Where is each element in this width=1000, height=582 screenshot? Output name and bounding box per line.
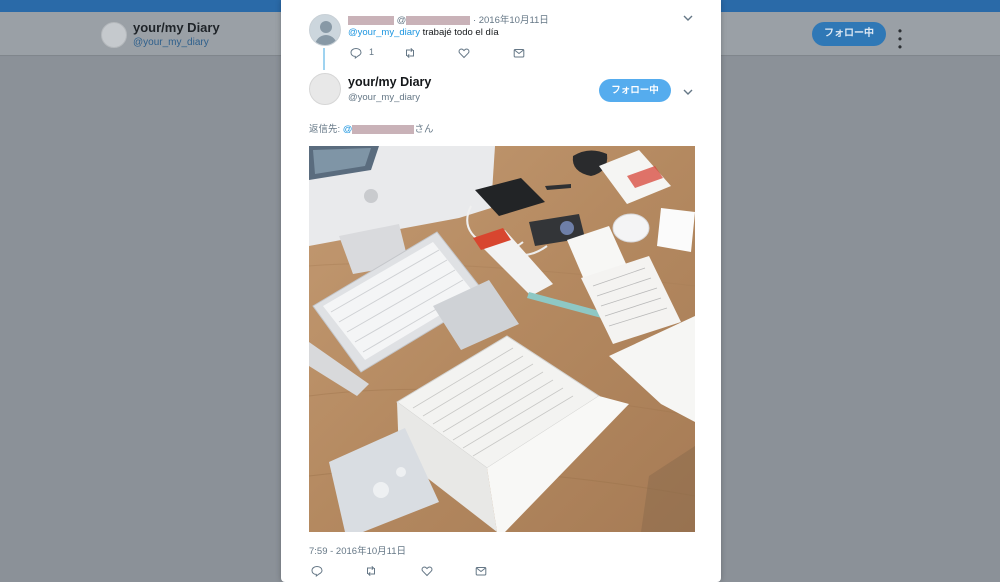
redacted-handle: [352, 124, 415, 134]
retweet-icon[interactable]: [365, 564, 379, 578]
replying-at-sign: @: [342, 124, 353, 135]
replying-suffix: さん: [414, 124, 434, 135]
profile-follow-button[interactable]: フォロー中: [812, 22, 886, 46]
tweet-modal: @ · 2016年10月11日 @your_my_diary trabajé t…: [281, 0, 721, 582]
replying-mention-link[interactable]: @: [343, 124, 415, 135]
redacted-handle: [406, 15, 471, 25]
tweet-photo[interactable]: [309, 146, 695, 532]
profile-avatar[interactable]: [101, 22, 127, 48]
replying-prefix: 返信先:: [309, 124, 343, 135]
main-avatar[interactable]: [309, 73, 341, 105]
like-icon[interactable]: [458, 46, 472, 60]
profile-handle: @your_my_diary: [133, 37, 209, 48]
reply-icon[interactable]: [350, 46, 364, 60]
chevron-down-icon[interactable]: [682, 11, 694, 23]
tweet-timestamp[interactable]: 7:59 - 2016年10月11日: [309, 543, 406, 557]
parent-date[interactable]: · 2016年10月11日: [473, 15, 549, 26]
parent-at-sign: @: [396, 15, 407, 26]
chevron-down-icon[interactable]: [682, 85, 694, 97]
parent-action-bar: 1: [348, 46, 548, 60]
reply-icon[interactable]: [311, 564, 325, 578]
main-author-handle[interactable]: @your_my_diary: [348, 92, 420, 103]
parent-text-body: trabajé todo el día: [419, 27, 499, 38]
replying-to-line: 返信先: @ さん: [309, 121, 433, 135]
retweet-icon[interactable]: [404, 46, 418, 60]
parent-tweet-text: @your_my_diary trabajé todo el día: [348, 27, 499, 38]
parent-mention-link[interactable]: @your_my_diary: [348, 27, 420, 38]
thread-connector-line: [323, 48, 325, 70]
profile-name[interactable]: your/my Diary: [133, 20, 220, 35]
vertical-dots-icon[interactable]: • • •: [895, 25, 905, 53]
like-icon[interactable]: [421, 564, 435, 578]
main-action-bar: [309, 564, 509, 578]
message-icon[interactable]: [475, 564, 489, 578]
message-icon[interactable]: [513, 46, 527, 60]
parent-avatar-default-icon[interactable]: [309, 14, 341, 46]
follow-button[interactable]: フォロー中: [599, 79, 671, 102]
redacted-name: [348, 15, 394, 25]
desk-photo: [309, 146, 695, 532]
reply-count: 1: [369, 47, 375, 57]
parent-tweet-meta: @ · 2016年10月11日: [348, 12, 549, 26]
main-author-name[interactable]: your/my Diary: [348, 75, 431, 89]
